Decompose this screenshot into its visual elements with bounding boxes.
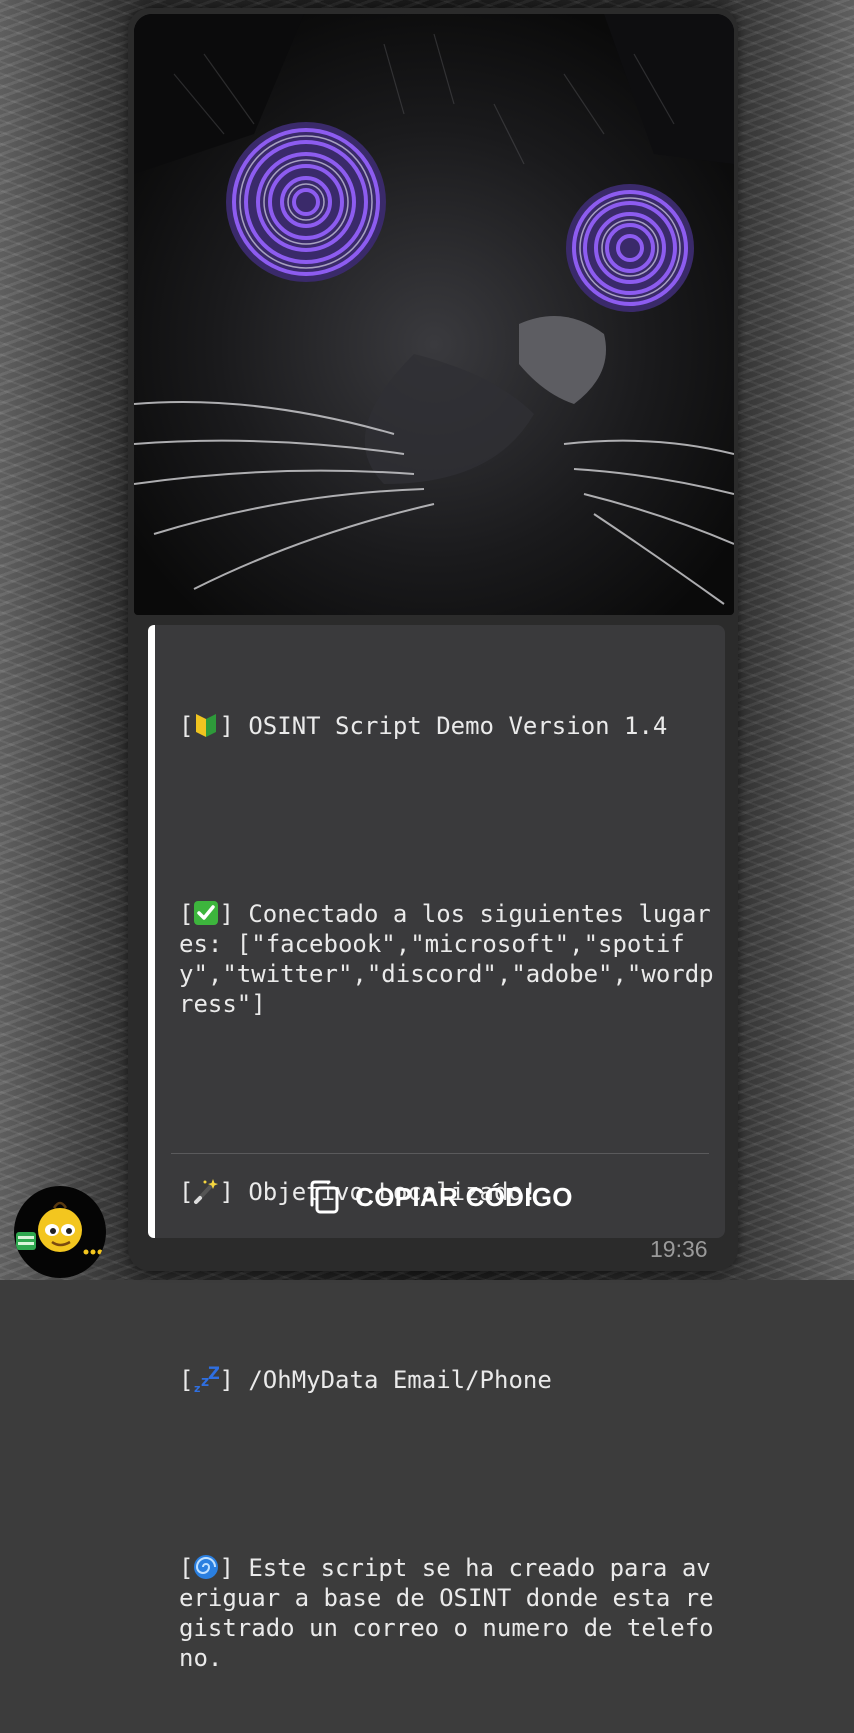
check-mark-icon [194,901,219,925]
hypno-cat-image [134,14,734,615]
code-divider [171,1153,709,1154]
code-block[interactable]: [] OSINT Script Demo Version 1.4 [] Cone… [148,625,725,1672]
beginner-badge-icon [196,714,217,737]
cyclone-icon [194,1555,219,1579]
svg-text:z: z [194,1382,200,1393]
sender-avatar[interactable] [14,1186,106,1278]
code-line-version: [] OSINT Script Demo Version 1.4 [179,712,668,740]
svg-text:Z: Z [208,1365,219,1384]
code-line-description: [] Este script se ha creado para averigu… [179,1554,714,1672]
copy-icon [310,1180,339,1214]
message-timestamp: 19:36 [650,1236,708,1262]
zzz-icon: z zZ [194,1365,219,1393]
code-line-ohmydata: [z z Z] /OhMyData Email/Phone [179,1365,552,1394]
copy-code-button[interactable]: COPIAR CÓDIGO [155,1163,725,1231]
code-line-connected: [] Conectado a los siguientes lugares: [… [179,900,714,1018]
copy-code-label: COPIAR CÓDIGO [355,1181,573,1212]
message-image[interactable] [134,14,734,615]
smiley-sticker-icon [16,1201,103,1255]
